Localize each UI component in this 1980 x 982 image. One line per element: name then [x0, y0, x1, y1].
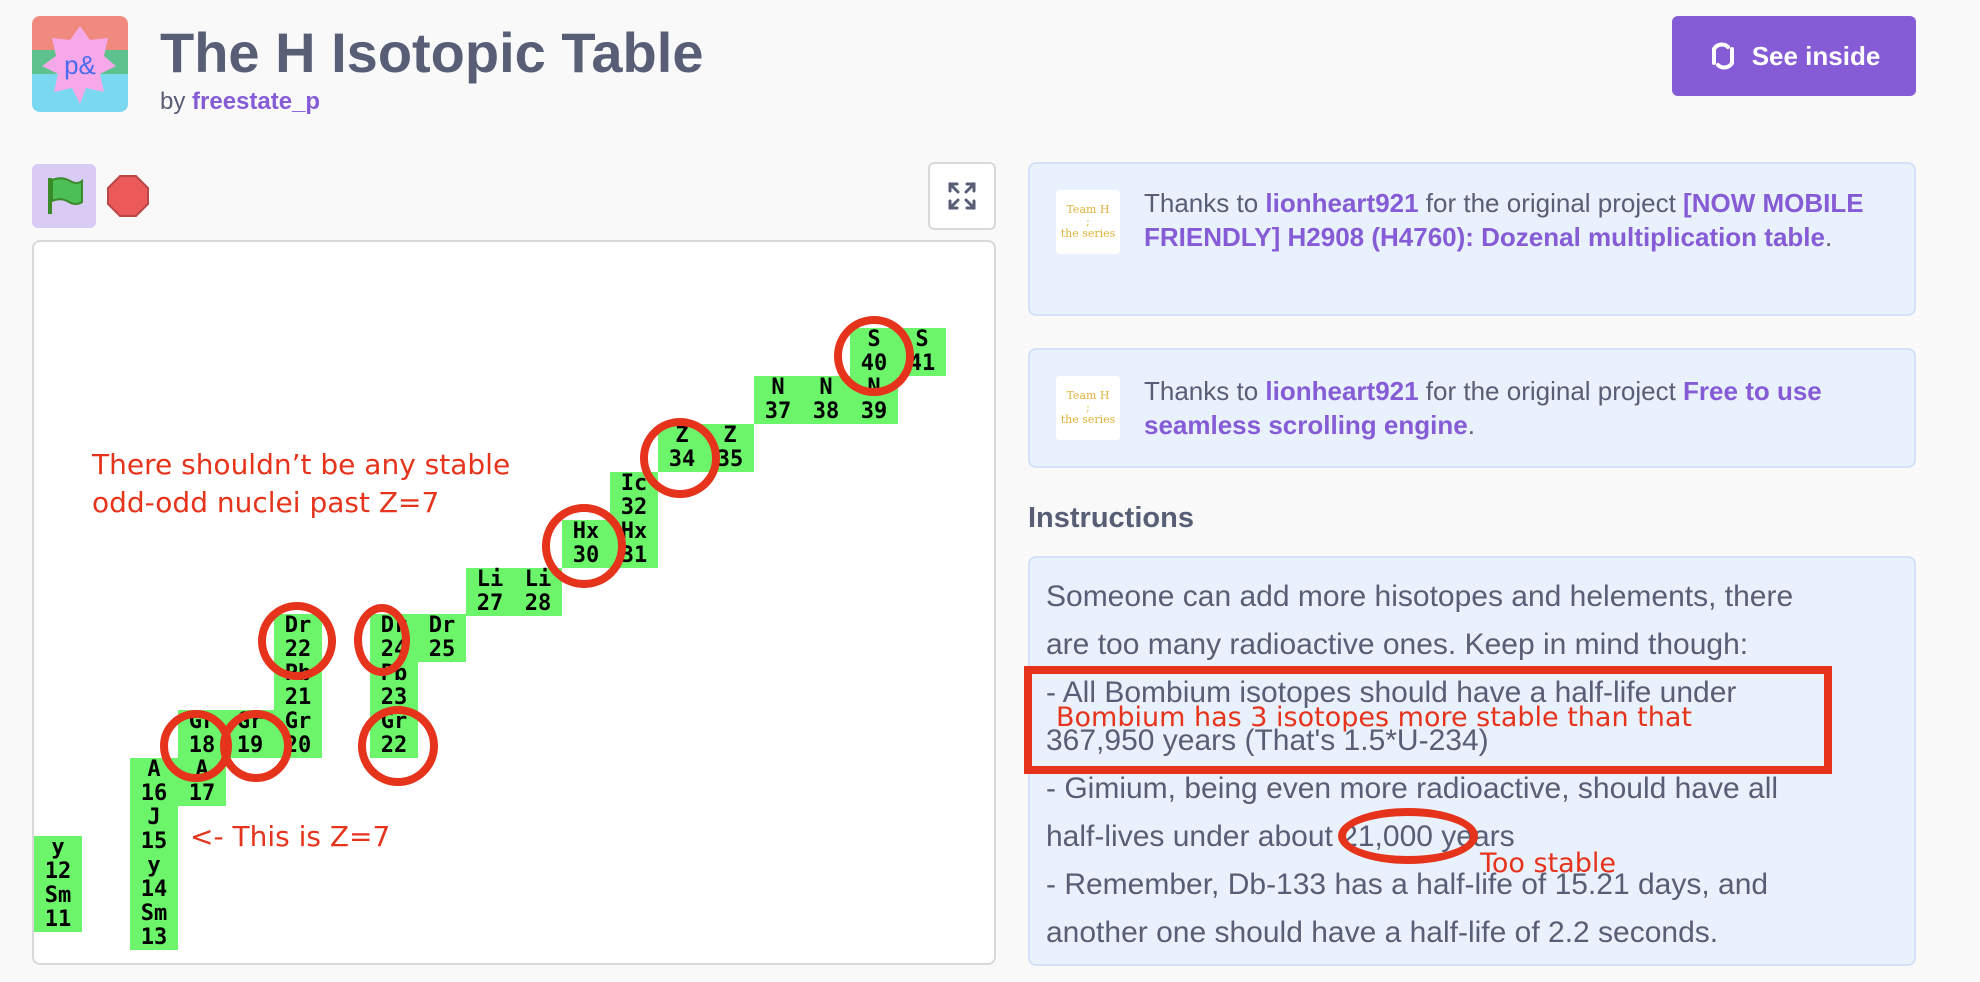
isotope-symbol: J [147, 805, 161, 830]
instruction-line: - Remember, Db-133 has a half-life of 15… [1046, 868, 1769, 901]
isotope-symbol: Sm [140, 901, 168, 926]
credit-prefix: Thanks to [1144, 376, 1266, 406]
highlight-ring [834, 316, 914, 396]
credit-suffix: . [1467, 410, 1475, 440]
isotope-cell: N 38 [802, 376, 850, 424]
isotope-number: 16 [140, 781, 168, 806]
instructions-box: Someone can add more hisotopes and helem… [1024, 556, 1916, 966]
instructions-heading: Instructions [1028, 502, 1194, 534]
credit-box-2: Team H ; the series Thanks to lionheart9… [1028, 348, 1916, 468]
isotope-symbol: Sm [44, 883, 72, 908]
credit-avatar[interactable]: Team H ; the series [1056, 376, 1120, 440]
instruction-line: - Gimium, being even more radioactive, s… [1046, 772, 1779, 805]
credit-middle: for the original project [1418, 188, 1684, 218]
stop-icon [107, 175, 149, 217]
isotope-cell: N 37 [754, 376, 802, 424]
isotope-cell: Li 27 [466, 568, 514, 616]
isotope-cell: y 14 [130, 854, 178, 902]
isotope-number: 39 [860, 399, 888, 424]
isotope-number: 11 [44, 907, 72, 932]
credit-suffix: . [1824, 222, 1833, 252]
project-thumbnail: p& [32, 16, 128, 112]
by-label: by [160, 88, 186, 115]
isotope-cell: Sm 11 [34, 884, 82, 932]
highlight-ring [542, 504, 626, 588]
instruction-line: another one should have a half-life of 2… [1046, 916, 1719, 949]
isotope-number: 14 [140, 877, 168, 902]
avatar-text: the series [1060, 227, 1116, 240]
highlight-ring [640, 418, 720, 498]
highlight-ring [358, 706, 438, 786]
isotope-cell: y 12 [34, 836, 82, 884]
isotope-number: 28 [524, 591, 552, 616]
isotope-cell: J 15 [130, 806, 178, 854]
instruction-line: are too many radioactive ones. Keep in m… [1046, 628, 1749, 661]
annotation-too-stable: Too stable [1480, 848, 1616, 879]
isotope-number: 13 [140, 925, 168, 950]
green-flag-button[interactable] [32, 164, 96, 228]
isotope-number: 15 [140, 829, 168, 854]
author-link[interactable]: freestate_p [192, 88, 320, 115]
project-author-line: by freestate_p [160, 88, 320, 116]
isotope-symbol: N [771, 375, 785, 400]
annotation-bombium: Bombium has 3 isotopes more stable than … [1056, 702, 1692, 733]
credit-prefix: Thanks to [1144, 188, 1266, 218]
project-title: The H Isotopic Table [160, 21, 704, 84]
annotation-odd-odd-line1: There shouldn’t be any stable [92, 448, 511, 481]
isotope-number: 37 [764, 399, 792, 424]
see-inside-label: See inside [1751, 40, 1881, 71]
isotope-symbol: y [147, 853, 161, 878]
instruction-line: Someone can add more hisotopes and helem… [1046, 580, 1794, 613]
credit-box-1: Team H ; the series Thanks to lionheart9… [1028, 162, 1916, 316]
isotope-number: 17 [188, 781, 216, 806]
isotope-number: 12 [44, 859, 72, 884]
credit-middle: for the original project [1418, 376, 1684, 406]
credit-user-link[interactable]: lionheart921 [1265, 376, 1418, 406]
highlight-ring [258, 602, 336, 680]
isotope-symbol: Li [476, 567, 504, 592]
fullscreen-icon [948, 182, 976, 210]
see-inside-button[interactable]: See inside [1672, 16, 1916, 96]
isotope-number: 25 [428, 637, 456, 662]
project-thumbnail-image: p& [32, 16, 128, 112]
highlight-ring [1338, 808, 1478, 864]
isotope-cell: Sm 13 [130, 902, 178, 950]
credit-user-link[interactable]: lionheart921 [1265, 188, 1418, 218]
avatar-text: the series [1060, 413, 1116, 426]
highlight-ring [220, 710, 292, 782]
project-stage[interactable]: y 12 Sm 11 A 16 J 15 y 14 Sm 13 A 17 Gr 18 Gr 19 Gr 20 Pb 21 D… [32, 240, 996, 965]
isotope-symbol: y [51, 835, 65, 860]
isotope-number: 21 [284, 685, 312, 710]
isotope-symbol: Dr [428, 613, 456, 638]
isotope-number: 32 [620, 495, 648, 520]
highlight-ring [354, 604, 410, 676]
remix-icon [1711, 42, 1734, 70]
annotation-odd-odd-line2: odd-odd nuclei past Z=7 [92, 486, 440, 519]
isotope-cell: Dr 25 [418, 614, 466, 662]
svg-text:p&: p& [64, 50, 96, 80]
credit-text: Thanks to lionheart921 for the original … [1144, 374, 1884, 442]
stop-button[interactable] [104, 172, 152, 220]
isotope-number: 38 [812, 399, 840, 424]
credit-text: Thanks to lionheart921 for the original … [1144, 186, 1884, 254]
green-flag-icon [48, 177, 83, 214]
credit-avatar[interactable]: Team H ; the series [1056, 190, 1120, 254]
annotation-z7: <- This is Z=7 [190, 820, 391, 853]
isotope-number: 27 [476, 591, 504, 616]
fullscreen-button[interactable] [928, 162, 996, 230]
